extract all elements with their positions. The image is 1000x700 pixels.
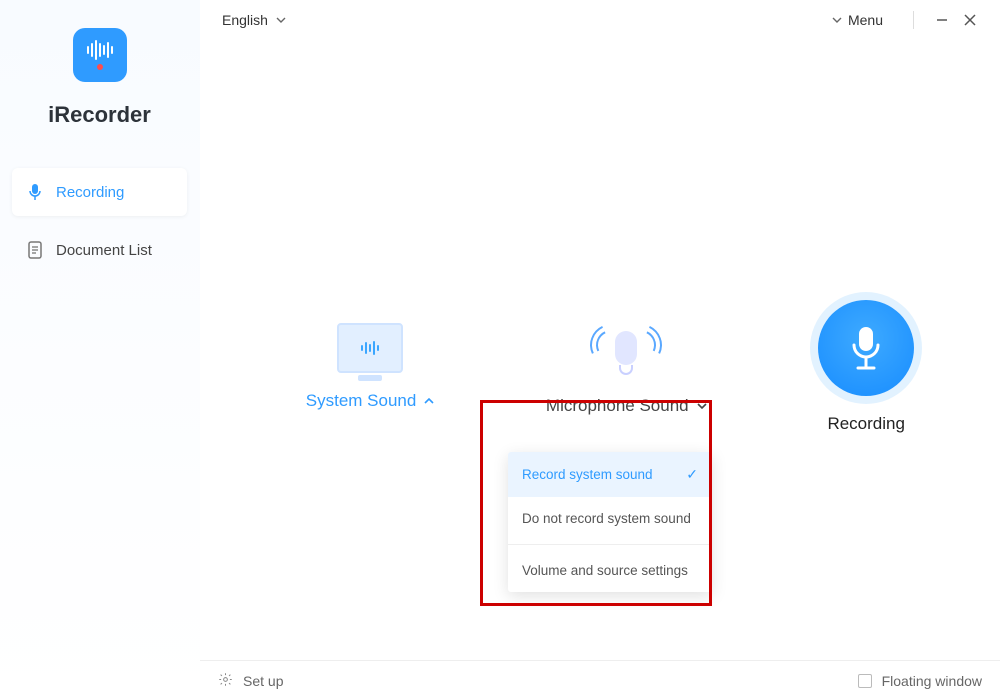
system-sound-source: System Sound xyxy=(306,323,435,411)
minimize-button[interactable] xyxy=(928,6,956,34)
sidebar-item-document-list[interactable]: Document List xyxy=(12,226,187,274)
system-sound-dropdown[interactable]: System Sound xyxy=(306,391,435,411)
record-button[interactable] xyxy=(818,300,914,396)
minimize-icon xyxy=(936,14,948,26)
record-section: Recording xyxy=(818,300,914,434)
close-button[interactable] xyxy=(956,6,984,34)
waveform-icon xyxy=(361,341,379,355)
chevron-down-icon xyxy=(276,17,286,23)
app-name: iRecorder xyxy=(48,102,151,128)
floating-window-checkbox[interactable] xyxy=(858,674,872,688)
dropdown-option-label: Volume and source settings xyxy=(522,563,688,578)
floating-window-label: Floating window xyxy=(882,673,982,689)
microphone-sound-label: Microphone Sound xyxy=(546,396,689,416)
sidebar: iRecorder Recording Document List xyxy=(0,0,200,700)
microphone-source: Microphone Sound xyxy=(546,318,707,416)
waveform-icon xyxy=(87,40,113,60)
monitor-icon xyxy=(337,323,403,373)
document-icon xyxy=(26,241,44,259)
record-dot-icon xyxy=(97,64,103,70)
record-button-label: Recording xyxy=(827,414,905,434)
titlebar: English Menu xyxy=(200,0,1000,40)
language-selector[interactable]: English xyxy=(222,12,286,28)
app-window: iRecorder Recording Document List Englis… xyxy=(0,0,1000,700)
dropdown-option-label: Do not record system sound xyxy=(522,511,691,526)
divider xyxy=(913,11,914,29)
sidebar-item-label: Recording xyxy=(56,184,124,201)
dropdown-option-volume-settings[interactable]: Volume and source settings xyxy=(508,549,712,592)
app-logo xyxy=(73,28,127,82)
divider xyxy=(508,544,712,545)
chevron-down-icon xyxy=(697,403,707,409)
language-label: English xyxy=(222,12,268,28)
chevron-down-icon xyxy=(832,17,842,23)
menu-button[interactable]: Menu xyxy=(832,12,883,28)
system-sound-label: System Sound xyxy=(306,391,417,411)
dropdown-option-no-record-system[interactable]: Do not record system sound xyxy=(508,497,712,540)
microphone-icon xyxy=(596,318,656,378)
sidebar-nav: Recording Document List xyxy=(0,168,199,274)
main-area: English Menu xyxy=(200,0,1000,700)
chevron-up-icon xyxy=(424,398,434,404)
footer: Set up Floating window xyxy=(200,660,1000,700)
sources-row: System Sound Microphone Sound xyxy=(250,300,970,434)
menu-label: Menu xyxy=(848,12,883,28)
sidebar-item-recording[interactable]: Recording xyxy=(12,168,187,216)
system-sound-dropdown-menu: Record system sound ✓ Do not record syst… xyxy=(508,452,712,592)
microphone-icon xyxy=(26,183,44,201)
setup-link[interactable]: Set up xyxy=(243,673,283,689)
close-icon xyxy=(964,14,976,26)
dropdown-option-record-system[interactable]: Record system sound ✓ xyxy=(508,452,712,497)
stage: System Sound Microphone Sound xyxy=(200,40,1000,660)
dropdown-option-label: Record system sound xyxy=(522,467,653,482)
microphone-icon xyxy=(846,323,886,373)
microphone-sound-dropdown[interactable]: Microphone Sound xyxy=(546,396,707,416)
check-icon: ✓ xyxy=(686,466,698,483)
sidebar-item-label: Document List xyxy=(56,242,152,259)
gear-icon xyxy=(218,672,233,690)
